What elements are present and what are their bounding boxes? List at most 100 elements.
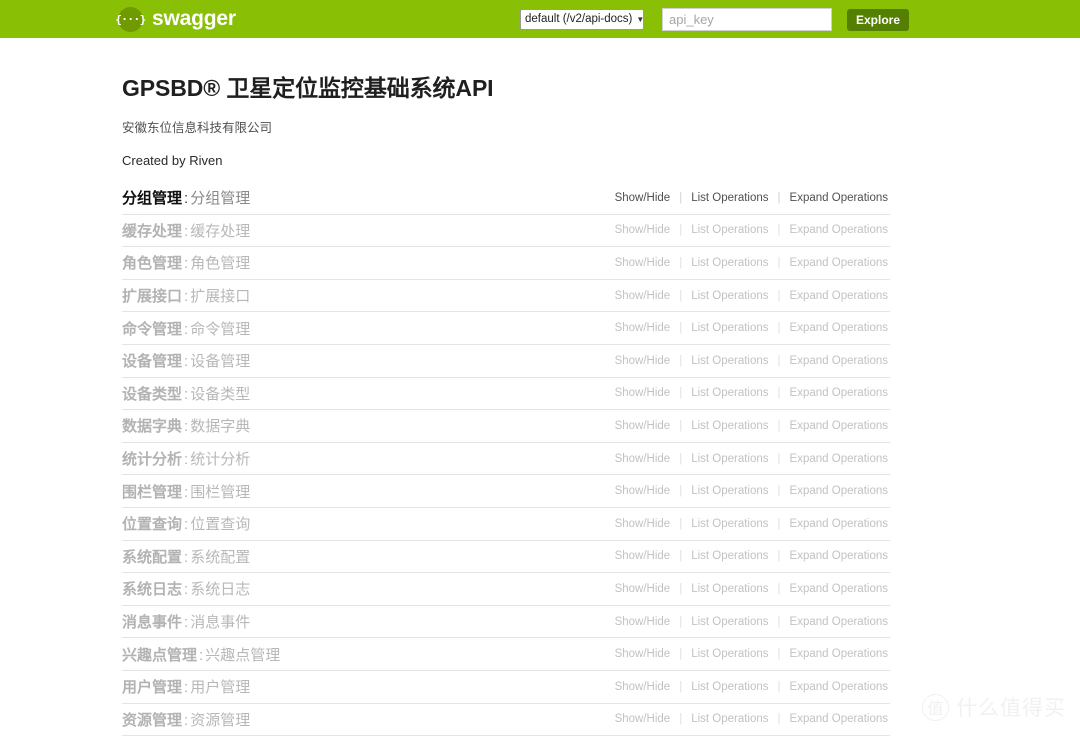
show-hide-link[interactable]: Show/Hide: [615, 355, 671, 367]
resource-name-link[interactable]: 系统日志: [122, 581, 182, 598]
expand-operations-link[interactable]: Expand Operations: [790, 290, 888, 302]
list-operations-link[interactable]: List Operations: [691, 290, 768, 302]
show-hide-link[interactable]: Show/Hide: [615, 518, 671, 530]
expand-operations-link[interactable]: Expand Operations: [790, 681, 888, 693]
option-divider: |: [679, 224, 683, 237]
resource-name-link[interactable]: 用户管理: [122, 679, 182, 696]
resource-separator: :: [199, 646, 204, 664]
list-operations-link[interactable]: List Operations: [691, 713, 768, 725]
expand-operations-link[interactable]: Expand Operations: [790, 453, 888, 465]
show-hide-link[interactable]: Show/Hide: [615, 453, 671, 465]
resource-name-link[interactable]: 消息事件: [122, 614, 182, 631]
expand-operations-link[interactable]: Expand Operations: [790, 355, 888, 367]
expand-operations-link[interactable]: Expand Operations: [790, 616, 888, 628]
explore-button[interactable]: Explore: [847, 8, 910, 31]
expand-operations-link[interactable]: Expand Operations: [790, 224, 888, 236]
show-hide-link[interactable]: Show/Hide: [615, 420, 671, 432]
list-operations-link[interactable]: List Operations: [691, 420, 768, 432]
list-operations-link[interactable]: List Operations: [691, 355, 768, 367]
show-hide-link[interactable]: Show/Hide: [615, 485, 671, 497]
resource-description: 数据字典: [190, 418, 251, 436]
resource-name-link[interactable]: 兴趣点管理: [122, 647, 197, 664]
resource-name-link[interactable]: 角色管理: [122, 255, 182, 272]
resource-name-link[interactable]: 资源管理: [122, 712, 182, 729]
option-divider: |: [679, 485, 683, 498]
list-operations-link[interactable]: List Operations: [691, 583, 768, 595]
resource-options: Show/Hide | List Operations | Expand Operati…: [615, 322, 888, 334]
expand-operations-link[interactable]: Expand Operations: [790, 257, 888, 269]
chevron-down-icon: ▼: [636, 15, 644, 24]
option-divider: |: [777, 322, 781, 335]
resource-name-link[interactable]: 数据字典: [122, 418, 182, 435]
resource-heading: 命令管理: 命令管理: [122, 318, 250, 339]
expand-operations-link[interactable]: Expand Operations: [790, 485, 888, 497]
expand-operations-link[interactable]: Expand Operations: [790, 648, 888, 660]
resource-separator: :: [184, 255, 189, 273]
show-hide-link[interactable]: Show/Hide: [615, 322, 671, 334]
expand-operations-link[interactable]: Expand Operations: [790, 322, 888, 334]
show-hide-link[interactable]: Show/Hide: [615, 387, 671, 399]
expand-operations-link[interactable]: Expand Operations: [790, 192, 888, 204]
show-hide-link[interactable]: Show/Hide: [615, 648, 671, 660]
resource-description: 设备管理: [190, 353, 251, 371]
resource-heading: 消息事件: 消息事件: [122, 611, 250, 632]
option-divider: |: [679, 256, 683, 269]
list-operations-link[interactable]: List Operations: [691, 322, 768, 334]
show-hide-link[interactable]: Show/Hide: [615, 713, 671, 725]
expand-operations-link[interactable]: Expand Operations: [790, 420, 888, 432]
resource-separator: :: [184, 614, 189, 632]
api-key-input[interactable]: [662, 8, 832, 31]
resource-options: Show/Hide | List Operations | Expand Operati…: [615, 453, 888, 465]
resource-name-link[interactable]: 围栏管理: [122, 484, 182, 501]
resource-row: 分组管理: 分组管理 Show/Hide | List Operations | Expan…: [122, 182, 890, 215]
resource-name-link[interactable]: 设备类型: [122, 386, 182, 403]
swagger-braces-icon: {···}: [115, 6, 146, 32]
list-operations-link[interactable]: List Operations: [691, 485, 768, 497]
show-hide-link[interactable]: Show/Hide: [615, 616, 671, 628]
resource-name-link[interactable]: 位置查询: [122, 516, 182, 533]
resource-name-link[interactable]: 系统配置: [122, 549, 182, 566]
show-hide-link[interactable]: Show/Hide: [615, 583, 671, 595]
resource-separator: :: [184, 190, 189, 208]
header-controls: default (/v2/api-docs) ▼ Explore: [520, 8, 910, 31]
resource-separator: :: [184, 320, 189, 338]
list-operations-link[interactable]: List Operations: [691, 550, 768, 562]
option-divider: |: [777, 452, 781, 465]
resource-heading: 分组管理: 分组管理: [122, 187, 250, 208]
show-hide-link[interactable]: Show/Hide: [615, 257, 671, 269]
resource-name-link[interactable]: 统计分析: [122, 451, 182, 468]
list-operations-link[interactable]: List Operations: [691, 257, 768, 269]
list-operations-link[interactable]: List Operations: [691, 616, 768, 628]
list-operations-link[interactable]: List Operations: [691, 224, 768, 236]
option-divider: |: [777, 680, 781, 693]
resource-heading: 设备管理: 设备管理: [122, 350, 250, 371]
list-operations-link[interactable]: List Operations: [691, 518, 768, 530]
list-operations-link[interactable]: List Operations: [691, 192, 768, 204]
page-title: GPSBD® 卫星定位监控基础系统API: [122, 75, 494, 101]
resource-name-link[interactable]: 设备管理: [122, 353, 182, 370]
show-hide-link[interactable]: Show/Hide: [615, 192, 671, 204]
show-hide-link[interactable]: Show/Hide: [615, 290, 671, 302]
expand-operations-link[interactable]: Expand Operations: [790, 583, 888, 595]
show-hide-link[interactable]: Show/Hide: [615, 224, 671, 236]
resource-name-link[interactable]: 命令管理: [122, 321, 182, 338]
resource-description: 系统配置: [190, 548, 251, 566]
resource-name-link[interactable]: 缓存处理: [122, 223, 182, 240]
swagger-logo[interactable]: {···} swagger: [115, 6, 236, 32]
resource-name-link[interactable]: 扩展接口: [122, 288, 182, 305]
api-docs-select[interactable]: default (/v2/api-docs) ▼: [520, 9, 644, 30]
list-operations-link[interactable]: List Operations: [691, 681, 768, 693]
expand-operations-link[interactable]: Expand Operations: [790, 550, 888, 562]
list-operations-link[interactable]: List Operations: [691, 453, 768, 465]
option-divider: |: [777, 224, 781, 237]
expand-operations-link[interactable]: Expand Operations: [790, 518, 888, 530]
expand-operations-link[interactable]: Expand Operations: [790, 387, 888, 399]
expand-operations-link[interactable]: Expand Operations: [790, 713, 888, 725]
show-hide-link[interactable]: Show/Hide: [615, 550, 671, 562]
resource-name-link[interactable]: 分组管理: [122, 190, 182, 207]
show-hide-link[interactable]: Show/Hide: [615, 681, 671, 693]
resource-description: 系统日志: [190, 581, 251, 599]
list-operations-link[interactable]: List Operations: [691, 387, 768, 399]
resource-row: 命令管理: 命令管理 Show/Hide | List Operations | Expan…: [122, 312, 890, 345]
list-operations-link[interactable]: List Operations: [691, 648, 768, 660]
